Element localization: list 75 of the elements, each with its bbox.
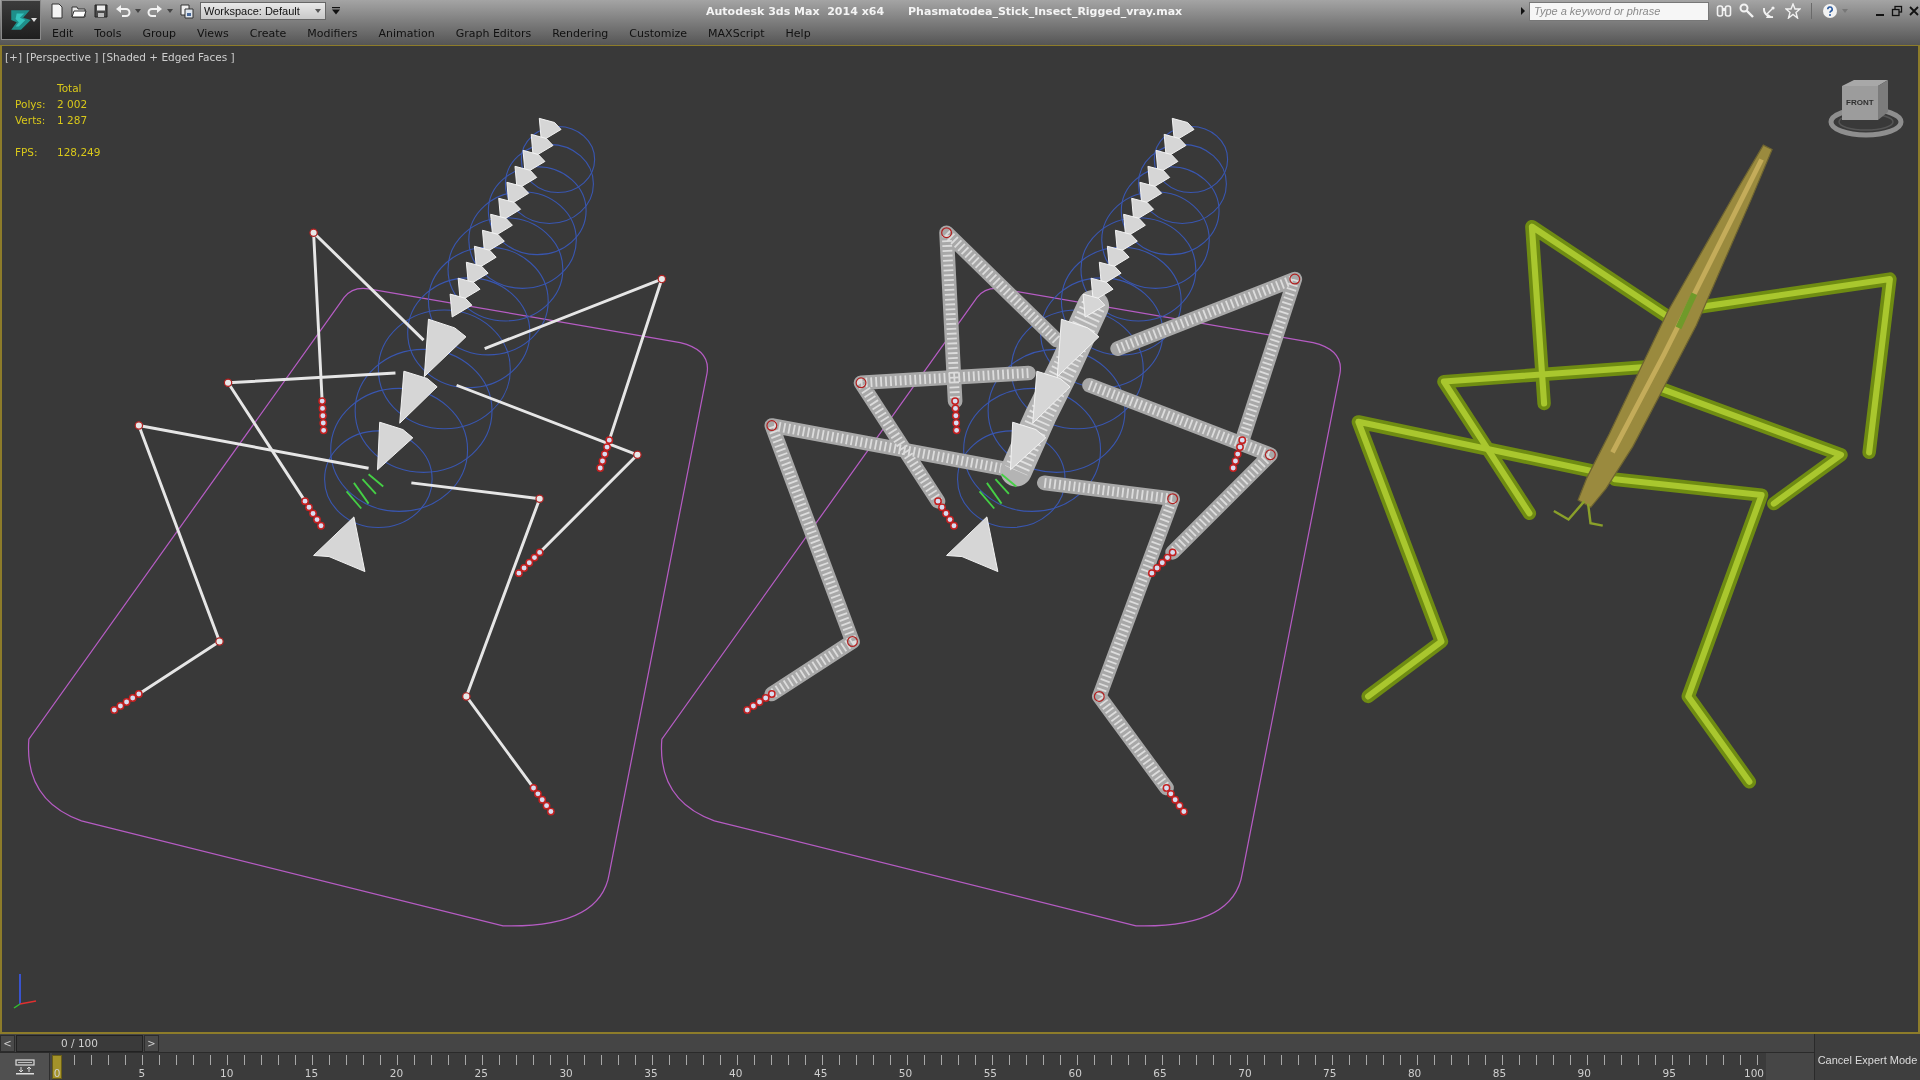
star-icon[interactable] (1785, 3, 1801, 19)
caret-icon (31, 18, 37, 22)
frame-label: 80 (1407, 1067, 1422, 1079)
stats-value: 1 287 (57, 113, 89, 128)
frame-label: 40 (729, 1067, 743, 1079)
menu-item[interactable]: Views (186, 27, 240, 40)
menu-item[interactable]: Tools (83, 27, 132, 40)
frame-label: 95 (1662, 1067, 1676, 1079)
menu-item[interactable]: Customize (618, 27, 698, 40)
frame-label: 100 (1744, 1067, 1764, 1079)
fps-label: FPS: (15, 145, 39, 160)
workspace-dropdown[interactable]: Workspace: Default (200, 2, 326, 20)
redo-icon[interactable] (147, 3, 163, 19)
menu-item[interactable]: Edit (43, 27, 84, 40)
frame-label: 70 (1238, 1067, 1252, 1079)
view-cube-face-label[interactable]: FRONT (1845, 98, 1875, 107)
menu-item[interactable]: Graph Editors (445, 27, 542, 40)
next-frame-button[interactable]: > (144, 1034, 159, 1052)
stats-header: Total (57, 81, 83, 96)
frame-label: 45 (813, 1067, 828, 1079)
stats-label: Polys: (15, 97, 47, 112)
cancel-expert-mode-button[interactable]: Cancel Expert Mode (1814, 1034, 1920, 1080)
frame-label: 60 (1068, 1067, 1082, 1079)
timeline-ruler[interactable]: 0 5 10 15 20 25 30 35 40 45 50 55 60 65 70 75 80 85 90 95 100 (52, 1053, 1766, 1080)
menu-item[interactable]: Group (131, 27, 187, 40)
fps-value: 128,249 (57, 145, 101, 160)
previous-frame-button[interactable]: < (0, 1034, 15, 1052)
panel-arrows-icon (14, 1058, 35, 1075)
viewport-menu-label[interactable]: [Shaded + Edged Faces ] (102, 51, 235, 63)
frame-label: 15 (304, 1067, 319, 1079)
menu-item[interactable]: MAXScript (697, 27, 776, 40)
menu-item[interactable]: Rendering (541, 27, 619, 40)
frame-label: 0 (53, 1067, 61, 1079)
viewport-menu-label[interactable]: [+] (5, 51, 22, 63)
magnifier-icon[interactable] (1739, 3, 1755, 19)
frame-label: 50 (898, 1067, 913, 1079)
caret-icon[interactable] (167, 9, 173, 13)
caret-icon[interactable] (135, 9, 141, 13)
open-folder-icon[interactable] (71, 3, 87, 19)
stats-value: 2 002 (57, 97, 89, 112)
documents-icon[interactable] (179, 3, 195, 19)
search-field[interactable]: Type a keyword or phrase (1529, 1, 1709, 21)
caret-icon[interactable] (332, 7, 340, 15)
current-frame-marker[interactable] (52, 1055, 62, 1079)
new-file-icon[interactable] (49, 3, 65, 19)
time-slider-track[interactable]: < 0 / 100 > (0, 1034, 1814, 1053)
frame-label: 85 (1492, 1067, 1507, 1079)
frame-label: 10 (220, 1067, 234, 1079)
app-title: Autodesk 3ds Max 2014 x64 (706, 4, 885, 18)
expand-arrow-icon[interactable] (1521, 7, 1525, 15)
viewport-menu-label[interactable]: [Perspective ] (26, 51, 99, 63)
frame-label: 35 (644, 1067, 658, 1079)
time-slider-thumb[interactable]: 0 / 100 (16, 1034, 143, 1052)
menu-item[interactable]: Animation (368, 27, 446, 40)
app-menu-button[interactable] (1, 0, 41, 40)
frame-label: 30 (559, 1067, 573, 1079)
close-icon[interactable] (1908, 5, 1920, 17)
file-name: Phasmatodea_Stick_Insect_Rigged_vray.max (908, 4, 1183, 18)
restore-icon[interactable] (1891, 5, 1903, 17)
save-icon[interactable] (93, 3, 109, 19)
frame-label: 5 (138, 1067, 146, 1079)
undo-icon[interactable] (115, 3, 131, 19)
frame-label: 25 (474, 1067, 488, 1079)
frame-label: 75 (1323, 1067, 1337, 1079)
help-icon[interactable] (1822, 3, 1838, 19)
menu-item[interactable]: Help (775, 27, 822, 40)
frame-label: 65 (1153, 1067, 1167, 1079)
frame-label: 90 (1577, 1067, 1591, 1079)
menu-item[interactable]: Modifiers (296, 27, 369, 40)
stats-label: Verts: (15, 113, 47, 128)
menu-item[interactable]: Create (239, 27, 297, 40)
frame-label: 20 (389, 1067, 404, 1079)
binoculars-icon[interactable] (1716, 3, 1732, 19)
frame-label: 55 (983, 1067, 998, 1079)
caret-icon (315, 9, 321, 13)
